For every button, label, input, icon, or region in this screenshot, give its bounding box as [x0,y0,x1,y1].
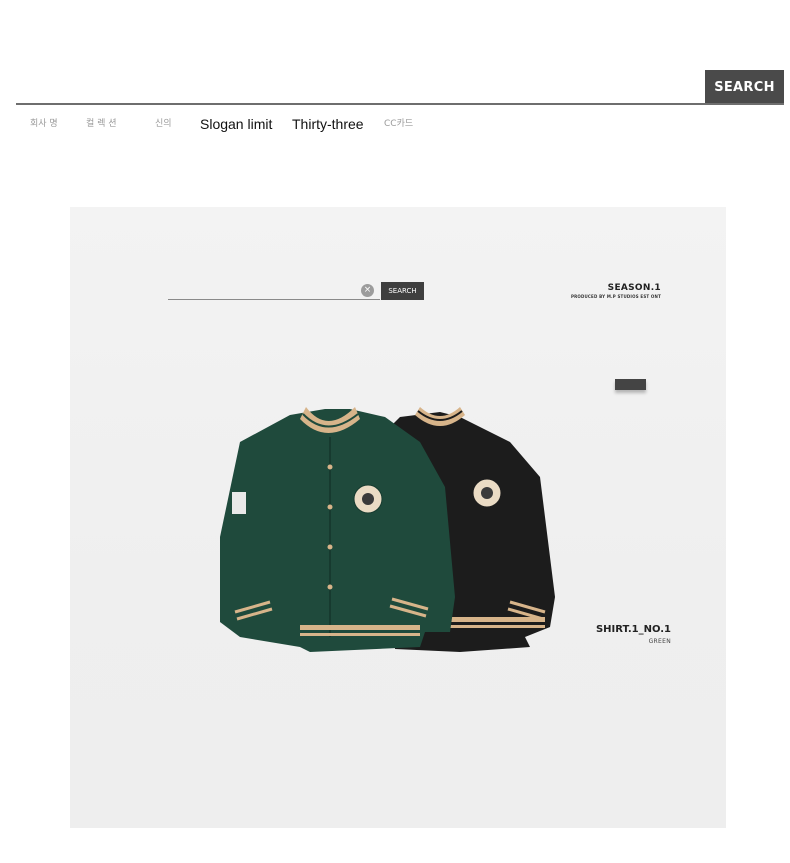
shirt-label: SHIRT.1_NO.1 GREEN [596,624,671,645]
nav-item-cc-card[interactable]: CC카드 [384,116,413,132]
nav-item-slogan-limit[interactable]: Slogan limit [200,116,272,132]
nav-item-collection[interactable]: 컬 렉 션 [86,116,117,132]
season-subtitle: PRODUCED BY M.P STUDIOS EST ONT [570,294,661,299]
shirt-title: SHIRT.1_NO.1 [595,624,671,635]
nav-item-company[interactable]: 회사 명 [30,116,58,132]
season-block: SEASON.1 PRODUCED BY M.P STUDIOS EST ONT [571,283,661,299]
shirt-color: GREEN [648,638,671,645]
search-button[interactable]: SEARCH [705,70,784,105]
product-panel: × SEARCH SEASON.1 PRODUCED BY M.P STUDIO… [70,207,726,828]
inner-search-underline [168,299,380,300]
jackets-image [220,407,555,652]
inner-search-button[interactable]: SEARCH [381,282,424,300]
decorative-bar [615,379,646,390]
search-underline [16,103,784,105]
clear-icon[interactable]: × [361,284,374,297]
season-title: SEASON.1 [607,283,661,293]
green-jacket [220,407,455,652]
nav-item-new[interactable]: 신의 [155,116,172,132]
nav-item-thirty-three[interactable]: Thirty-three [292,116,364,132]
